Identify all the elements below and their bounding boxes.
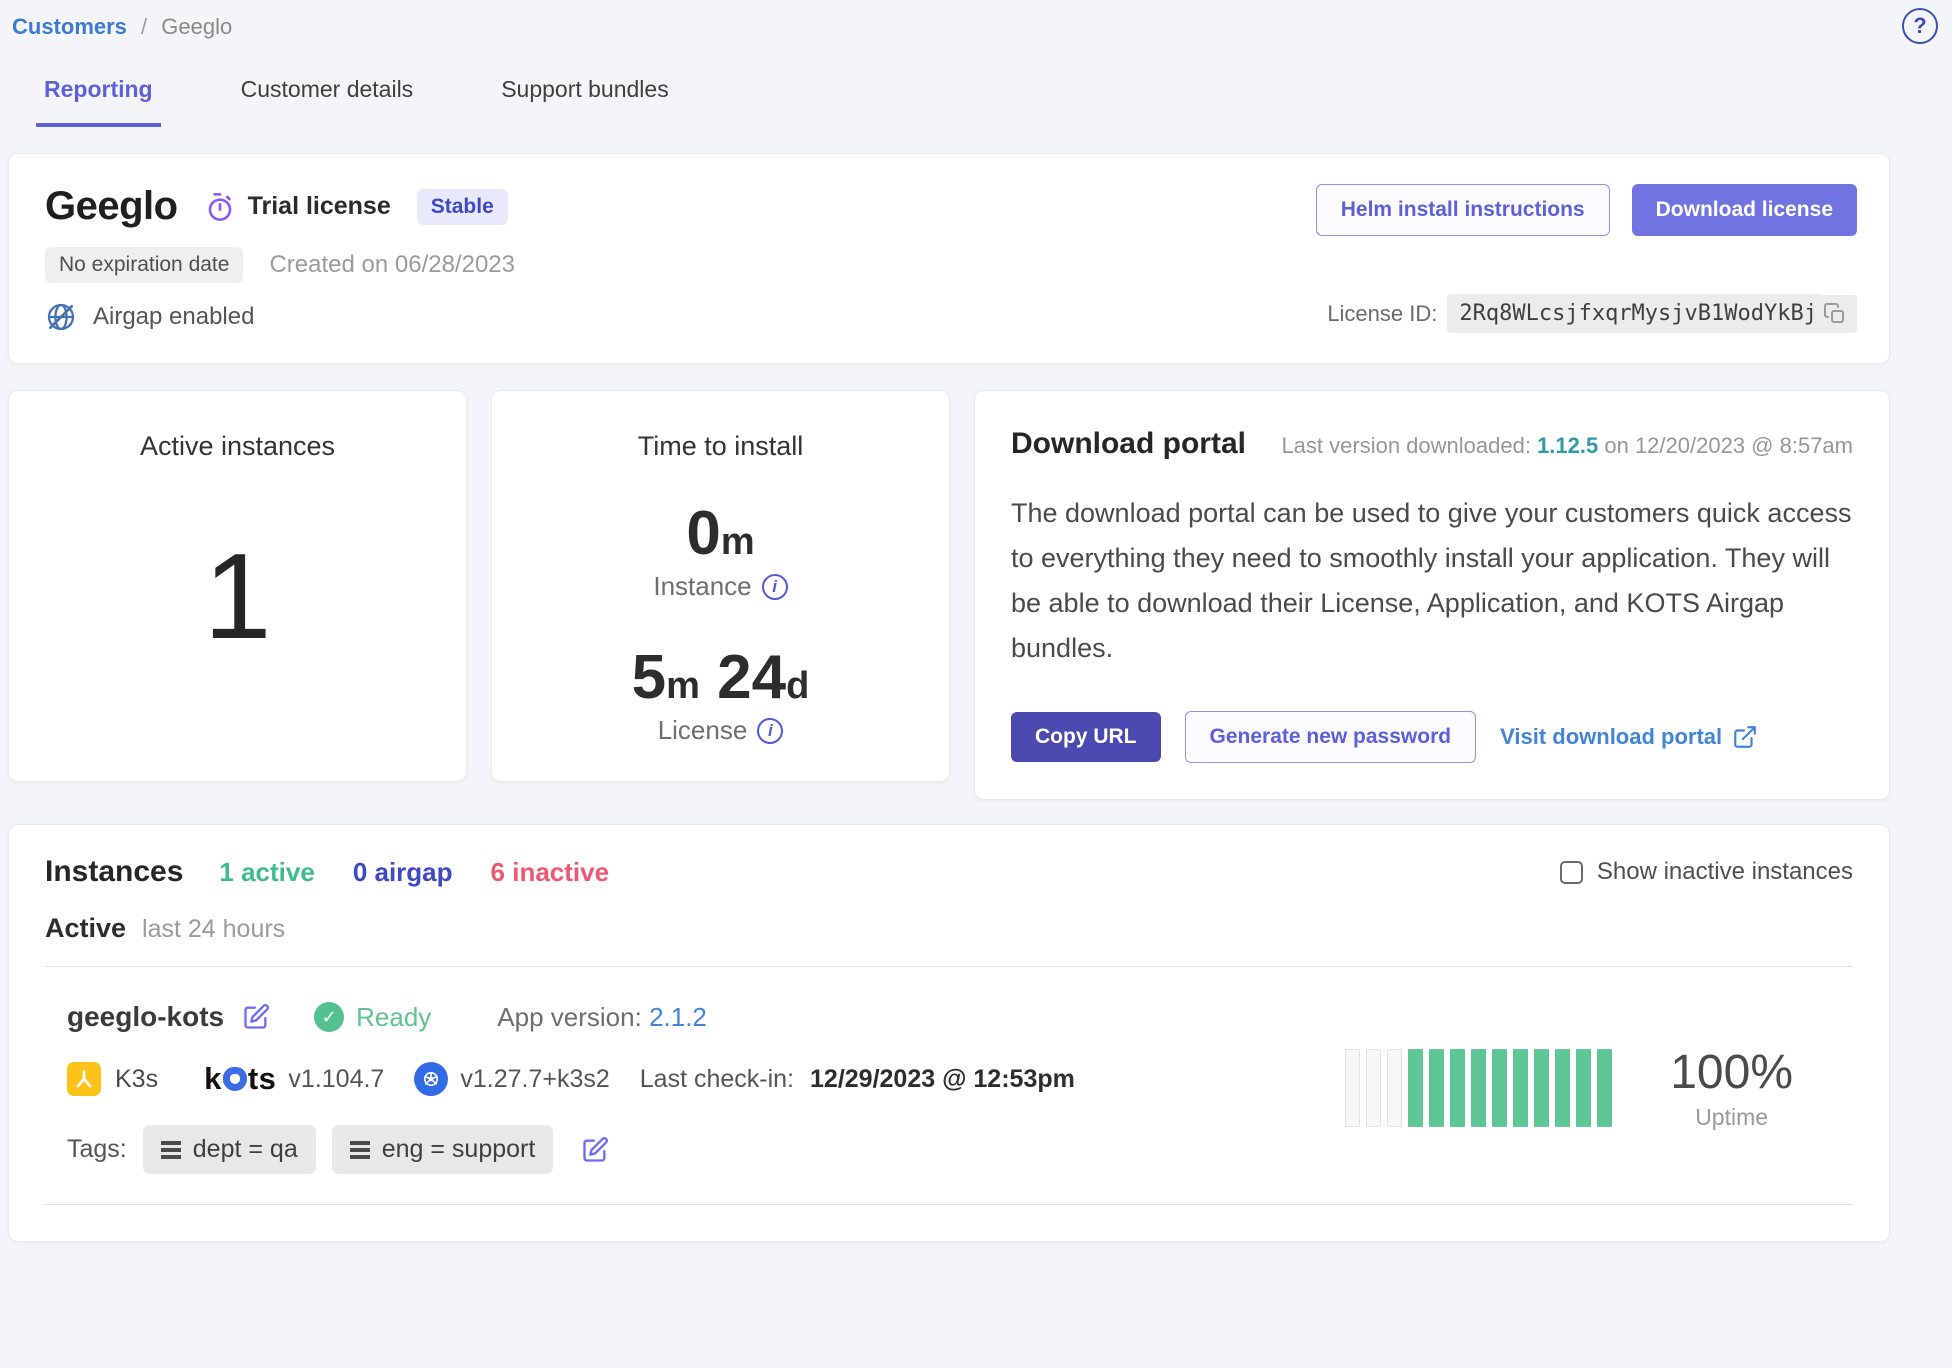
expiration-badge: No expiration date bbox=[45, 247, 243, 283]
instances-card: Instances 1 active 0 airgap 6 inactive S… bbox=[8, 824, 1890, 1242]
active-instances-card: Active instances 1 bbox=[8, 390, 467, 782]
license-time-label: License bbox=[658, 715, 748, 746]
license-id-value: 2Rq8WLcsjfxqrMysjvB1WodYkBj bbox=[1447, 294, 1821, 333]
k8s-version: v1.27.7+k3s2 bbox=[460, 1065, 609, 1094]
copy-url-button[interactable]: Copy URL bbox=[1011, 712, 1161, 762]
download-portal-title: Download portal bbox=[1011, 427, 1246, 461]
license-id-label: License ID: bbox=[1327, 301, 1437, 327]
instance-time-label: Instance bbox=[653, 571, 751, 602]
active-instances-title: Active instances bbox=[9, 431, 466, 462]
uptime-bar bbox=[1471, 1049, 1486, 1127]
instance-row: geeglo-kots ✓ Ready App version: 2.1.2 bbox=[45, 966, 1853, 1205]
kots-logo: k ts bbox=[204, 1061, 276, 1097]
edit-tags-button[interactable] bbox=[581, 1136, 609, 1164]
app-version-label: App version: bbox=[497, 1002, 642, 1032]
show-inactive-checkbox[interactable] bbox=[1560, 861, 1583, 884]
edit-instance-name-button[interactable] bbox=[242, 1003, 270, 1031]
show-inactive-toggle[interactable]: Show inactive instances bbox=[1560, 858, 1853, 886]
tab-customer-details[interactable]: Customer details bbox=[233, 76, 422, 127]
uptime-bar bbox=[1513, 1049, 1528, 1127]
status-check-icon: ✓ bbox=[314, 1002, 344, 1032]
tab-support-bundles[interactable]: Support bundles bbox=[493, 76, 677, 127]
instance-install-time: 0m bbox=[492, 498, 949, 569]
generate-new-password-button[interactable]: Generate new password bbox=[1185, 711, 1477, 763]
last-checkin-value: 12/29/2023 @ 12:53pm bbox=[810, 1065, 1075, 1094]
stopwatch-icon bbox=[204, 191, 236, 223]
uptime-bar bbox=[1576, 1049, 1591, 1127]
airgap-count: 0 airgap bbox=[353, 857, 453, 888]
help-icon[interactable]: ? bbox=[1902, 8, 1938, 44]
kubernetes-icon bbox=[414, 1062, 448, 1096]
instances-title: Instances bbox=[45, 855, 183, 889]
created-date: Created on 06/28/2023 bbox=[269, 251, 515, 279]
uptime-bar bbox=[1408, 1049, 1423, 1127]
uptime-bar bbox=[1555, 1049, 1570, 1127]
uptime-bar bbox=[1366, 1049, 1381, 1127]
instance-time-info-icon[interactable]: i bbox=[762, 574, 788, 600]
license-summary-card: Geeglo Trial license Stable No expiratio… bbox=[8, 153, 1890, 364]
uptime-bar bbox=[1450, 1049, 1465, 1127]
uptime-bar bbox=[1345, 1049, 1360, 1127]
uptime-bar bbox=[1387, 1049, 1402, 1127]
customer-name: Geeglo bbox=[45, 184, 178, 229]
tab-reporting[interactable]: Reporting bbox=[36, 76, 161, 127]
active-instances-value: 1 bbox=[9, 526, 466, 666]
edit-icon bbox=[581, 1136, 609, 1164]
external-link-icon bbox=[1732, 724, 1758, 750]
visit-download-portal-link[interactable]: Visit download portal bbox=[1500, 724, 1758, 750]
download-portal-description: The download portal can be used to give … bbox=[1011, 491, 1853, 671]
airgap-globe-icon bbox=[45, 301, 77, 333]
show-inactive-label: Show inactive instances bbox=[1597, 858, 1853, 886]
helm-install-instructions-button[interactable]: Helm install instructions bbox=[1316, 184, 1610, 236]
license-type-label: Trial license bbox=[248, 192, 391, 221]
group-title: Active bbox=[45, 913, 126, 944]
tag-pill: eng = support bbox=[332, 1125, 554, 1174]
uptime-bar bbox=[1429, 1049, 1444, 1127]
breadcrumb-customers-link[interactable]: Customers bbox=[12, 14, 127, 39]
last-checkin-label: Last check-in: bbox=[640, 1065, 794, 1094]
instance-name: geeglo-kots bbox=[67, 1001, 224, 1033]
uptime-label: Uptime bbox=[1670, 1104, 1793, 1131]
uptime-bar bbox=[1492, 1049, 1507, 1127]
edit-icon bbox=[242, 1003, 270, 1031]
inactive-count: 6 inactive bbox=[491, 857, 610, 888]
active-count: 1 active bbox=[219, 857, 314, 888]
status-label: Ready bbox=[356, 1002, 431, 1033]
kots-logo-o bbox=[223, 1067, 247, 1091]
group-range: last 24 hours bbox=[142, 915, 285, 944]
tags-label: Tags: bbox=[67, 1135, 127, 1164]
copy-license-id-button[interactable] bbox=[1821, 295, 1857, 333]
uptime-bar-chart bbox=[1345, 1049, 1612, 1127]
app-version-link[interactable]: 2.1.2 bbox=[649, 1002, 707, 1032]
kots-version: v1.104.7 bbox=[288, 1065, 384, 1094]
uptime-bar bbox=[1597, 1049, 1612, 1127]
tab-bar: Reporting Customer details Support bundl… bbox=[8, 76, 1890, 127]
download-license-button[interactable]: Download license bbox=[1632, 184, 1857, 236]
last-version-link[interactable]: 1.12.5 bbox=[1537, 433, 1598, 458]
breadcrumb: Customers / Geeglo bbox=[8, 14, 1890, 40]
time-to-install-card: Time to install 0m Instance i 5m 24d Lic… bbox=[491, 390, 950, 782]
channel-badge: Stable bbox=[417, 189, 508, 225]
copy-icon bbox=[1823, 302, 1847, 326]
k3s-icon bbox=[67, 1062, 101, 1096]
page: Customers / Geeglo ? Reporting Customer … bbox=[0, 0, 1952, 1242]
distribution-label: K3s bbox=[115, 1065, 158, 1094]
airgap-enabled-label: Airgap enabled bbox=[93, 303, 254, 331]
tag-pill: dept = qa bbox=[143, 1125, 316, 1174]
last-version-downloaded: Last version downloaded: 1.12.5 on 12/20… bbox=[1281, 433, 1853, 459]
time-to-install-title: Time to install bbox=[492, 431, 949, 462]
tag-icon bbox=[161, 1148, 181, 1152]
license-install-time: 5m 24d bbox=[492, 642, 949, 713]
uptime-bar bbox=[1534, 1049, 1549, 1127]
tag-icon bbox=[350, 1148, 370, 1152]
breadcrumb-separator: / bbox=[141, 14, 147, 39]
breadcrumb-current: Geeglo bbox=[161, 14, 232, 39]
uptime-percent: 100% bbox=[1670, 1045, 1793, 1100]
license-time-info-icon[interactable]: i bbox=[757, 718, 783, 744]
download-portal-card: Download portal Last version downloaded:… bbox=[974, 390, 1890, 800]
